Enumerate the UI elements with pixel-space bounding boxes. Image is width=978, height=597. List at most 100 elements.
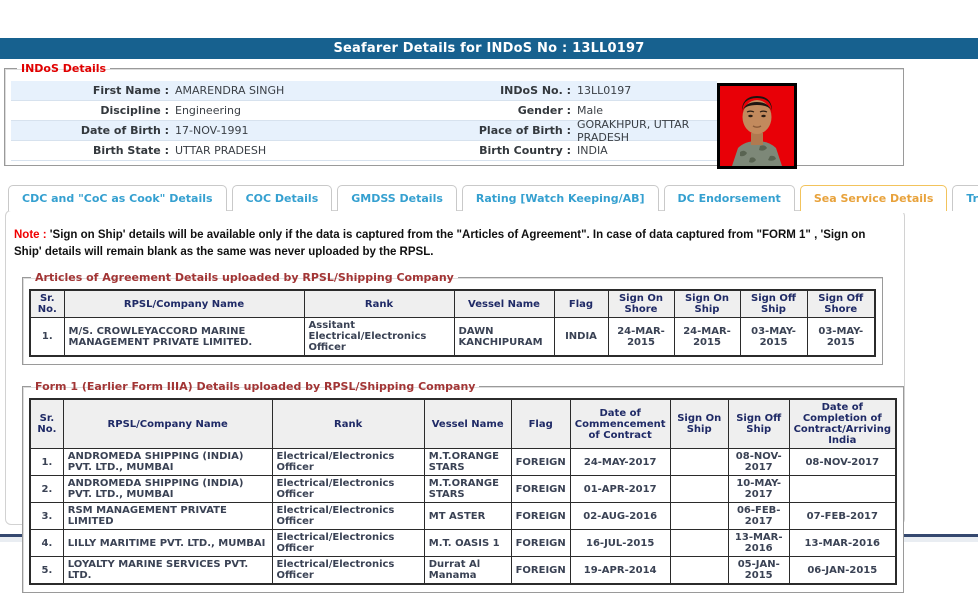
field-label: Birth Country : (479, 144, 571, 157)
table-cell: 24-MAR-2015 (673, 317, 741, 357)
table-cell: M/S. CROWLEYACCORD MARINE MANAGEMENT PRI… (63, 317, 305, 357)
field-label: Discipline : (100, 104, 169, 117)
column-header: Sign Off Shore (806, 289, 876, 319)
table-cell: 5. (29, 556, 64, 585)
field-label: Birth State : (92, 144, 169, 157)
field-label: INDoS No. : (500, 84, 571, 97)
table-cell: FOREIGN (510, 529, 571, 558)
indos-details-legend: INDoS Details (21, 62, 107, 75)
table-cell: 19-APR-2014 (569, 556, 671, 585)
header-row: Sr. No. RPSL/Company Name Rank Vessel Name F… (29, 289, 876, 319)
table-cell: 16-JUL-2015 (569, 529, 671, 558)
sea-service-details-panel: Note : 'Sign on Ship' details will be av… (5, 210, 905, 594)
seafarer-photo (717, 83, 797, 169)
articles-of-agreement-legend: Articles of Agreement Details uploaded b… (35, 271, 454, 285)
table-cell: LILLY MARITIME PVT. LTD., MUMBAI (62, 529, 273, 558)
header-row: Sr. No. RPSL/Company Name Rank Vessel Name F… (29, 398, 897, 450)
articles-of-agreement-table: Sr. No. RPSL/Company Name Rank Vessel Name F… (29, 289, 876, 358)
note-text: Note : 'Sign on Ship' details will be av… (14, 227, 896, 260)
column-header: Flag (510, 398, 571, 450)
table-cell: 08-NOV-2017 (788, 448, 897, 477)
table-cell (669, 556, 729, 585)
table-row: 2. ANDROMEDA SHIPPING (INDIA) PVT. LTD., … (29, 475, 897, 504)
field-value: AMARENDRA SINGH (175, 84, 285, 97)
tab-sea-service-details[interactable]: Sea Service Details (799, 185, 948, 213)
column-header: Sign On Shore (607, 289, 675, 319)
table-cell: M.T.ORANGE STARS (423, 448, 512, 477)
table-row: 5. LOYALTY MARINE SERVICES PVT. LTD. Elect… (29, 556, 897, 585)
table-cell: MT ASTER (423, 502, 512, 531)
table-cell: M.T.ORANGE STARS (423, 475, 512, 504)
field-value: INDIA (577, 144, 608, 157)
note-body: 'Sign on Ship' details will be available… (14, 229, 866, 258)
table-cell: Assitant Electrical/Electronics Officer (303, 317, 455, 357)
table-cell: 13-MAR-2016 (727, 529, 790, 558)
table-row: 1. ANDROMEDA SHIPPING (INDIA) PVT. LTD., … (29, 448, 897, 477)
table-cell: Electrical/Electronics Officer (271, 448, 425, 477)
indos-detail-rows: First Name : AMARENDRA SINGH INDoS No. : 13… (11, 81, 717, 161)
table-cell: 06-FEB-2017 (727, 502, 790, 531)
field-label: First Name : (92, 84, 169, 97)
tab-coc-details[interactable]: COC Details (231, 185, 333, 211)
table-cell: FOREIGN (510, 556, 571, 585)
tab-gmdss-details[interactable]: GMDSS Details (337, 185, 457, 211)
field-value: 13LL0197 (577, 84, 632, 97)
table-cell: RSM MANAGEMENT PRIVATE LIMITED (62, 502, 273, 531)
table-cell: ANDROMEDA SHIPPING (INDIA) PVT. LTD., MU… (62, 475, 273, 504)
table-row: 4. LILLY MARITIME PVT. LTD., MUMBAI Electr… (29, 529, 897, 558)
column-header: Sign Off Ship (739, 289, 808, 319)
table-cell: Electrical/Electronics Officer (271, 502, 425, 531)
tab-dc-endorsement[interactable]: DC Endorsement (663, 185, 795, 211)
column-header: Sign Off Ship (727, 398, 790, 450)
table-cell: FOREIGN (510, 448, 571, 477)
column-header: Date of Commencement of Contract (569, 398, 671, 450)
tab-cdc-and-coc-as-cook-details[interactable]: CDC and "CoC as Cook" Details (8, 185, 227, 211)
table-cell: M.T. OASIS 1 (423, 529, 512, 558)
table-row: 3. RSM MANAGEMENT PRIVATE LIMITED Electric… (29, 502, 897, 531)
column-header: Sign On Ship (673, 289, 741, 319)
tab-rating-watch-keeping-ab[interactable]: Rating [Watch Keeping/AB] (461, 185, 659, 211)
table-cell: 1. (29, 448, 64, 477)
table-cell: 24-MAY-2017 (569, 448, 671, 477)
table-cell: 05-JAN-2015 (727, 556, 790, 585)
column-header: RPSL/Company Name (63, 289, 305, 319)
table-row: 1. M/S. CROWLEYACCORD MARINE MANAGEMENT P… (29, 317, 876, 357)
note-label: Note : (14, 229, 47, 241)
table-cell: 13-MAR-2016 (788, 529, 897, 558)
table-cell: Electrical/Electronics Officer (271, 529, 425, 558)
column-header: Vessel Name (423, 398, 512, 450)
table-cell: 07-FEB-2017 (788, 502, 897, 531)
table-cell: 24-MAR-2015 (607, 317, 675, 357)
table-cell (669, 448, 729, 477)
page-title: Seafarer Details for INDoS No : 13LL0197 (0, 38, 978, 59)
table-cell: LOYALTY MARINE SERVICES PVT. LTD. (62, 556, 273, 585)
articles-of-agreement-fieldset: Articles of Agreement Details uploaded b… (22, 271, 883, 366)
table-cell: 4. (29, 529, 64, 558)
column-header: Sr. No. (29, 289, 65, 319)
table-cell: DAWN KANCHIPURAM (453, 317, 555, 357)
table-cell: ANDROMEDA SHIPPING (INDIA) PVT. LTD., MU… (62, 448, 273, 477)
field-value: UTTAR PRADESH (175, 144, 267, 157)
column-header: Date of Completion of Contract/Arriving … (788, 398, 897, 450)
table-cell (669, 529, 729, 558)
detail-row: Date of Birth : 17-NOV-1991 Place of Birth… (11, 117, 717, 144)
seafarer-photo-image (720, 86, 794, 166)
table-cell (669, 475, 729, 504)
table-cell: FOREIGN (510, 475, 571, 504)
field-value: 17-NOV-1991 (175, 124, 249, 137)
column-header: Rank (303, 289, 455, 319)
table-cell: 1. (29, 317, 65, 357)
field-value: Male (577, 104, 604, 117)
detail-row: First Name : AMARENDRA SINGH INDoS No. : 13… (11, 81, 717, 101)
table-cell: 06-JAN-2015 (788, 556, 897, 585)
field-value: GORAKHPUR, UTTAR PRADESH (577, 117, 690, 144)
column-header: Rank (271, 398, 425, 450)
table-cell (669, 502, 729, 531)
form1-legend: Form 1 (Earlier Form IIIA) Details uploa… (35, 380, 476, 394)
field-label: Date of Birth : (80, 124, 169, 137)
table-cell: 03-MAY-2015 (806, 317, 876, 357)
column-header: Sign On Ship (669, 398, 729, 450)
tab-training-details[interactable]: Training Details (952, 185, 978, 211)
table-cell: 08-NOV-2017 (727, 448, 790, 477)
detail-row: Birth State : UTTAR PRADESH Birth Country … (11, 141, 717, 161)
